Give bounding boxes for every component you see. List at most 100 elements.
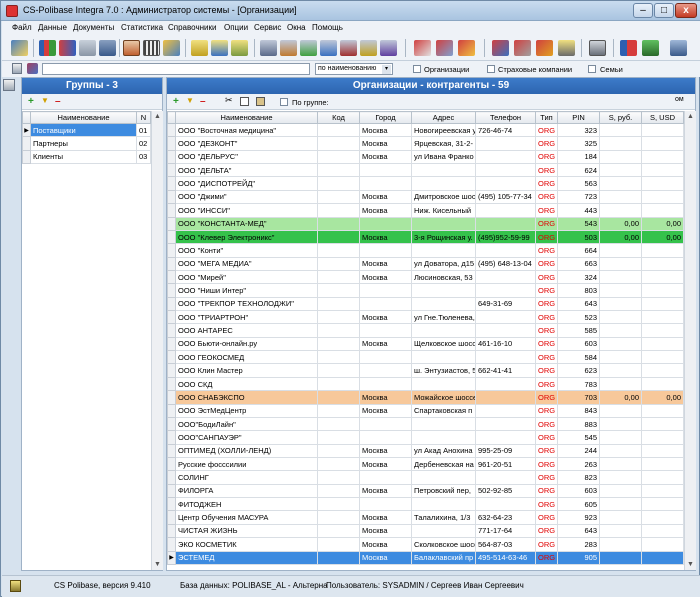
organization-row[interactable]: ▶ ЭСТЕМЕД Москва Балаклавский пр 495-514-63-… — [167, 550, 684, 565]
add-group-icon[interactable]: + — [28, 96, 34, 107]
chart-icon[interactable] — [163, 40, 180, 56]
warehouse-inventory-icon[interactable] — [360, 40, 377, 56]
add-org-icon[interactable]: + — [173, 96, 179, 107]
organization-row[interactable]: СОЛИНГ ORG 823 — [167, 470, 684, 485]
group-row[interactable]: ▶ Поставщики 01 — [22, 122, 151, 138]
users-icon[interactable] — [620, 40, 637, 56]
organization-row[interactable]: ООО "Конти" ORG 664 — [167, 243, 684, 258]
maximize-button[interactable]: □ — [654, 3, 674, 18]
organization-row[interactable]: ООО"БодиЛайн" ORG 883 — [167, 416, 684, 432]
organization-row[interactable]: ООО "Восточная медицина" Москва Новогиреев… — [167, 122, 684, 138]
organization-row[interactable]: ООО "МЕГА МЕДИА" Москва ул Доватора, д15 (4… — [167, 256, 684, 271]
groups-header-name[interactable]: Наименование — [30, 111, 137, 124]
menu-documents[interactable]: Документы — [73, 23, 114, 32]
calendar-icon[interactable] — [123, 40, 140, 56]
warehouse-report-icon[interactable] — [380, 40, 397, 56]
service-icon[interactable] — [414, 40, 431, 56]
scroll-up-icon[interactable]: ▲ — [152, 111, 163, 122]
header-code[interactable]: Код — [317, 111, 360, 124]
organization-row[interactable]: ООО ГЕОКОСМЕД ORG 584 — [167, 350, 684, 365]
user-card-icon[interactable] — [99, 40, 116, 56]
wrench-icon[interactable] — [514, 40, 531, 56]
organizations-scrollbar[interactable]: ▲ ▼ — [684, 111, 696, 570]
warehouse-in-icon[interactable] — [280, 40, 297, 56]
computer-icon[interactable] — [642, 40, 659, 56]
archive-icon[interactable] — [558, 40, 575, 56]
header-city[interactable]: Город — [359, 111, 412, 124]
warehouse-transfer-icon[interactable] — [320, 40, 337, 56]
organization-row[interactable]: ООО Бьюти-онлайн.ру Москва Щелковское шосс… — [167, 336, 684, 352]
print-icon[interactable] — [589, 40, 606, 56]
scroll-down-icon[interactable]: ▼ — [685, 559, 696, 570]
service-edit-icon[interactable] — [458, 40, 475, 56]
organization-row[interactable]: ООО "ДИСПОТРЕЙД" ORG 563 — [167, 176, 684, 191]
organization-row[interactable]: ООО "Джими" МоскваДмитровское шоссе(495) … — [167, 189, 684, 205]
organization-row[interactable]: ООО "ИНССИ" Москва Ниж. Кисельный ORG 443 — [167, 203, 684, 218]
menu-help[interactable]: Помощь — [312, 23, 343, 32]
organization-row[interactable]: ООО "ДЕЛЬТА" ORG 624 — [167, 163, 684, 178]
organization-row[interactable]: ООО СНАБЭКСПО Москва Можайское шоссе ORG 703… — [167, 390, 684, 405]
tools-icon[interactable] — [492, 40, 509, 56]
organization-row[interactable]: ОПТИМЕД (ХОЛЛИ-ЛЕНД) Москва ул Акад Анохин… — [167, 443, 684, 458]
scroll-up-icon[interactable]: ▲ — [685, 111, 696, 122]
header-type[interactable]: Тип — [535, 111, 558, 124]
warehouse-return-icon[interactable] — [340, 40, 357, 56]
sort-select[interactable]: по наименованию ▾ — [315, 63, 393, 75]
organization-row[interactable]: ООО "ДЕЗКОНТ" Москва Ярцевская, 31-2- ORG 32… — [167, 136, 684, 151]
organization-row[interactable]: ООО"САНПАУЭР" ORG 545 — [167, 430, 684, 445]
organization-row[interactable]: ООО "Ниши Интер" ORG 803 — [167, 283, 684, 298]
organization-row[interactable]: ООО "Клевер Электроникс" Москва 3-я Рощинс… — [167, 229, 684, 245]
copy-icon[interactable] — [240, 97, 249, 106]
document-move-icon[interactable] — [231, 40, 248, 56]
organization-row[interactable]: ООО "Мирей" Москва Люсиновская, 53 ORG 324 — [167, 269, 684, 285]
organization-row[interactable]: ООО "ТРИАРТРОН" Москва ул Гне.Тюленева, ORG… — [167, 310, 684, 325]
organization-row[interactable]: Русские фосссилии Москва Дербеневская на 96… — [167, 456, 684, 472]
organization-row[interactable]: ООО "ТРЕКПОР ТЕХНОЛОДЖИ" 649-31-69 ORG 643 — [167, 296, 684, 312]
group-icon[interactable] — [59, 40, 76, 56]
paste-icon[interactable] — [256, 97, 265, 106]
new-record-icon[interactable] — [12, 63, 22, 74]
menu-options[interactable]: Опции — [224, 23, 248, 32]
organization-row[interactable]: ООО ЭстМедЦентр Москва Спартаковская п ORG 8… — [167, 403, 684, 418]
document-in-icon[interactable] — [191, 40, 208, 56]
scroll-down-icon[interactable]: ▼ — [152, 559, 163, 570]
orgs-checkbox[interactable] — [413, 65, 421, 73]
organization-row[interactable]: ООО СКД ORG 783 — [167, 376, 684, 392]
organization-row[interactable]: ЭКО КОСМЕТИК Москва Сколковское шосс 564-87… — [167, 537, 684, 552]
search-input[interactable] — [42, 63, 310, 75]
groups-scrollbar[interactable]: ▲ ▼ — [151, 111, 163, 570]
menu-statistics[interactable]: Статистика — [121, 23, 163, 32]
delete-org-icon[interactable]: – — [200, 96, 206, 107]
families-checkbox[interactable] — [588, 65, 596, 73]
header-name[interactable]: Наименование — [175, 111, 318, 124]
organization-row[interactable]: ООО Клин Мастер ш. Энтузиастов, 5 662-41-4… — [167, 363, 684, 378]
header-phone[interactable]: Телефон — [475, 111, 536, 124]
groups-header-n[interactable]: N — [136, 111, 151, 124]
menu-service[interactable]: Сервис — [254, 23, 281, 32]
header-sum-usd[interactable]: S, USD — [641, 111, 684, 124]
by-group-checkbox[interactable] — [280, 98, 288, 106]
group-row[interactable]: Партнеры 02 — [22, 136, 151, 151]
grid-icon[interactable] — [143, 40, 160, 56]
menu-data[interactable]: Данные — [38, 23, 67, 32]
organization-row[interactable]: ФИТОДЖЕН ORG 605 — [167, 497, 684, 512]
settings-icon[interactable] — [670, 40, 687, 56]
by-group-input[interactable] — [333, 96, 685, 107]
organization-row[interactable]: ООО "ДЕЛЬРУС" Москва ул Ивана Франко ORG 184 — [167, 149, 684, 165]
organization-row[interactable]: ООО "КОНСТАНТА-МЕД" ORG 543 0,00 0,00 — [167, 216, 684, 231]
organization-row[interactable]: ФИЛОРГА Москва Петровский пер, 502-92-85 ORG… — [167, 483, 684, 499]
exit-icon[interactable] — [11, 40, 28, 56]
group-row[interactable]: Клиенты 03 — [22, 149, 151, 165]
edit-group-icon[interactable]: ▼ — [41, 96, 49, 105]
delete-group-icon[interactable]: – — [55, 96, 61, 107]
edit-org-icon[interactable]: ▼ — [186, 96, 194, 105]
by-group-select-icon[interactable]: ом — [675, 96, 684, 103]
menu-directories[interactable]: Справочники — [168, 23, 216, 32]
cut-icon[interactable]: ✂ — [225, 95, 233, 106]
print-preview-icon[interactable] — [3, 79, 15, 91]
organization-row[interactable]: ЧИСТАЯ ЖИЗНЬ Москва 771-17-64 ORG 643 — [167, 523, 684, 539]
warehouse-icon[interactable] — [260, 40, 277, 56]
header-address[interactable]: Адрес — [411, 111, 476, 124]
book-icon[interactable] — [27, 63, 38, 74]
organization-row[interactable]: ООО АНТАРЕС ORG 585 — [167, 323, 684, 338]
